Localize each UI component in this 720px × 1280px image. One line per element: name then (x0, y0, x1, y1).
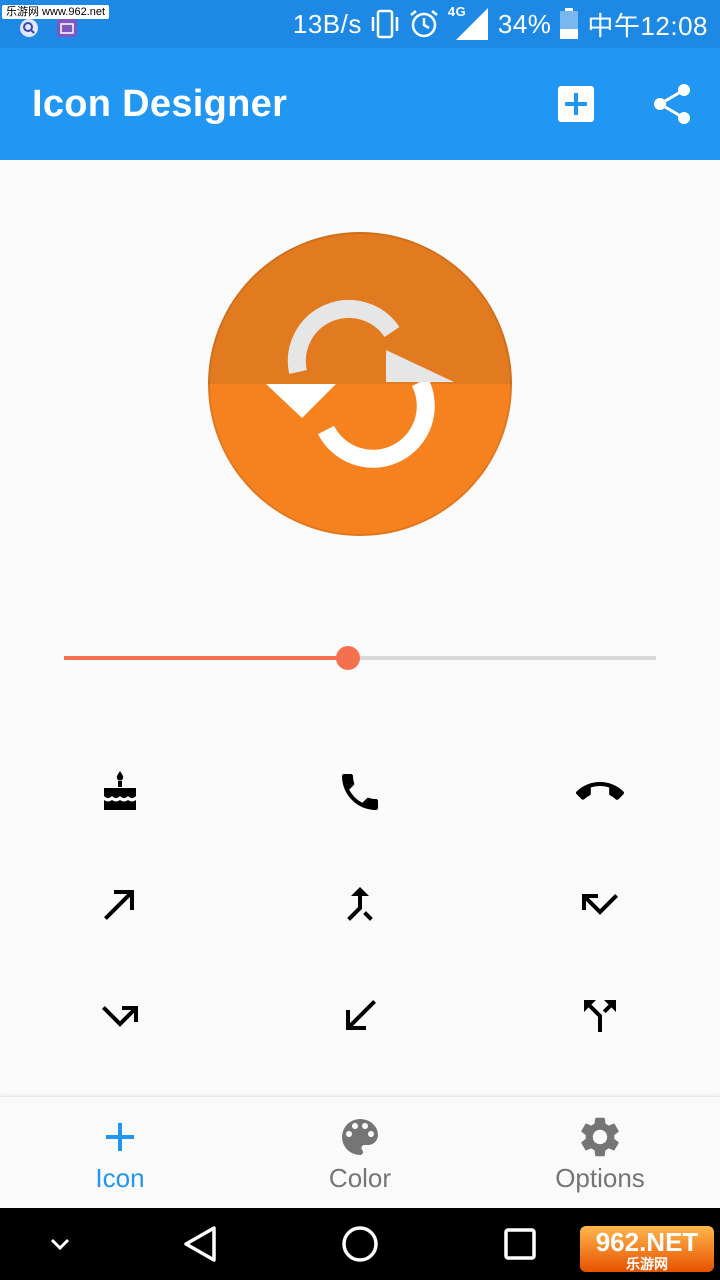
app-title: Icon Designer (32, 83, 288, 125)
vibrate-icon (370, 8, 400, 40)
bottom-navigation: Icon Color Options (0, 1096, 720, 1209)
add-box-icon (558, 86, 594, 122)
share-icon (654, 84, 690, 124)
nav-tab-label: Options (555, 1163, 645, 1193)
slider-thumb[interactable] (336, 646, 361, 670)
icon-grid (0, 736, 720, 1072)
battery-percent: 34% (497, 8, 552, 39)
call-missed-outgoing-icon (102, 1006, 138, 1027)
grid-item-phone[interactable] (240, 736, 480, 848)
nav-tab-options[interactable]: Options (480, 1097, 720, 1209)
grid-item-call-received[interactable] (240, 960, 480, 1072)
watermark-logo-sub: 乐游网 (626, 1256, 668, 1272)
hide-nav-button[interactable] (36, 1208, 84, 1280)
call-received-icon (346, 1000, 376, 1030)
add-icon-button[interactable] (552, 80, 600, 128)
icon-preview (208, 232, 512, 536)
clock: 中午12:08 (587, 10, 708, 41)
sync-icon (208, 232, 512, 536)
grid-item-call-missed[interactable] (480, 848, 720, 960)
share-button[interactable] (648, 80, 696, 128)
net-speed: 13B/s (292, 8, 362, 39)
call-end-icon (576, 782, 624, 800)
grid-item-call-missed-outgoing[interactable] (0, 960, 240, 1072)
call-made-icon (104, 890, 134, 920)
gallery-icon (56, 18, 78, 38)
home-icon (342, 1226, 378, 1262)
alarm-icon (408, 8, 440, 40)
chevron-down-icon (50, 1238, 70, 1251)
app-bar: Icon Designer (0, 48, 720, 160)
grid-item-call-merge[interactable] (240, 848, 480, 960)
home-button[interactable] (330, 1208, 390, 1280)
nav-tab-icon[interactable]: Icon (0, 1097, 240, 1209)
size-slider[interactable] (64, 640, 656, 676)
grid-item-call-made[interactable] (0, 848, 240, 960)
recents-button[interactable] (490, 1208, 550, 1280)
watermark-text: 乐游网 www.962.net (2, 5, 110, 19)
call-missed-icon (582, 894, 618, 915)
status-bar: 乐游网 www.962.net 13B/s 4G 34% 中午12:08 (0, 0, 720, 48)
phone-icon (342, 774, 378, 810)
nav-tab-label: Color (328, 1163, 392, 1193)
slider-fill (64, 656, 349, 660)
battery-icon (559, 8, 579, 40)
network-type: 4G (447, 4, 467, 19)
add-icon (106, 1123, 134, 1151)
search-icon (18, 18, 40, 38)
watermark-logo-main: 962.NET (595, 1227, 699, 1257)
signal-icon: 4G (447, 4, 490, 42)
palette-icon (342, 1119, 378, 1155)
grid-item-call-end[interactable] (480, 736, 720, 848)
call-split-icon (584, 1000, 616, 1032)
grid-item-cake[interactable] (0, 736, 240, 848)
grid-item-call-split[interactable] (480, 960, 720, 1072)
nav-tab-color[interactable]: Color (240, 1097, 480, 1209)
settings-icon (581, 1117, 619, 1157)
back-icon (184, 1226, 216, 1262)
recents-icon (504, 1228, 536, 1260)
call-merge-icon (347, 887, 373, 921)
back-button[interactable] (170, 1208, 230, 1280)
watermark-logo: 962.NET 乐游网 (580, 1226, 714, 1272)
nav-tab-label: Icon (95, 1163, 145, 1193)
cake-icon (104, 771, 136, 810)
